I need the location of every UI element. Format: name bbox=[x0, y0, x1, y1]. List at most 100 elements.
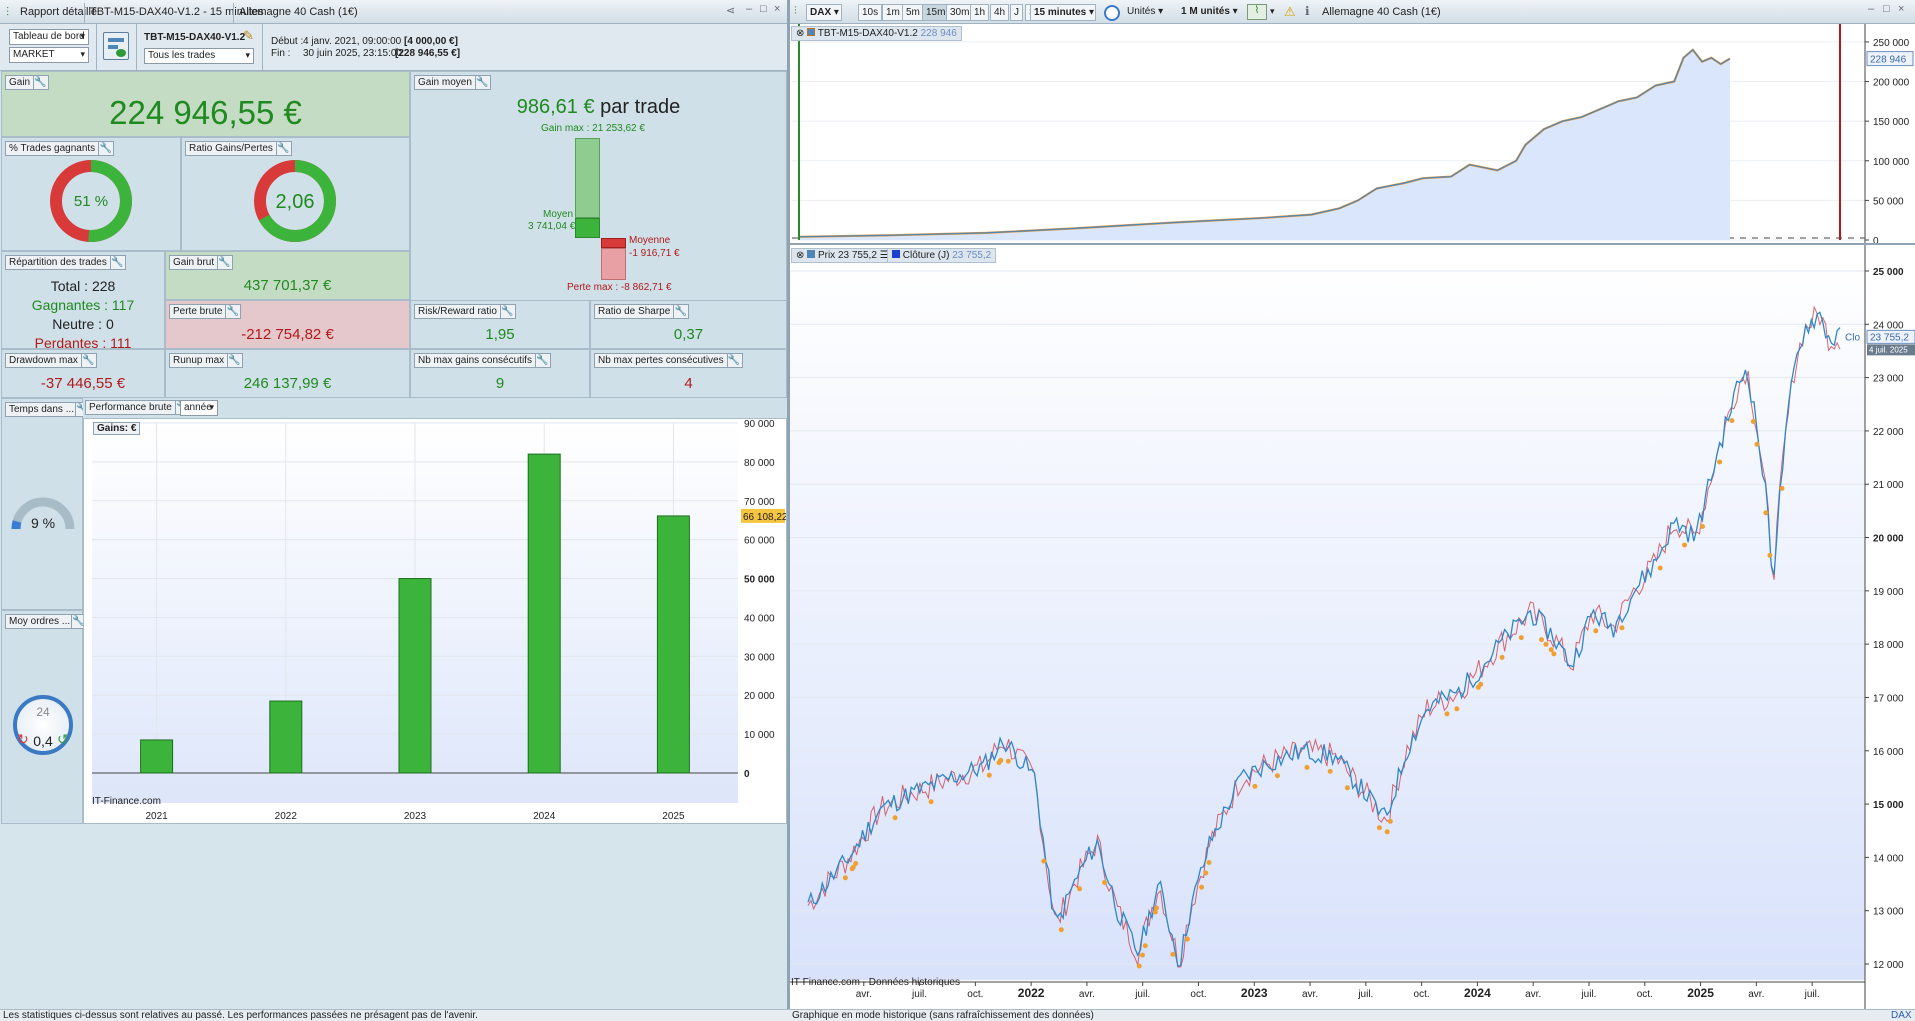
units-text: Unités bbox=[1127, 6, 1156, 17]
perf-bar-chart: 90 000 80 000 70 000 60 000 50 000 40 000 30 0… bbox=[92, 419, 786, 822]
info-icon[interactable]: ℹ bbox=[1305, 4, 1310, 18]
dashboard-select[interactable]: Tableau de bord bbox=[9, 29, 89, 45]
bar-2024 bbox=[527, 453, 561, 774]
win-pct-panel: % Trades gagnants 🔧 51 % bbox=[1, 137, 181, 251]
trade-marker bbox=[1274, 773, 1280, 779]
share-icon[interactable]: ⋖ bbox=[726, 4, 735, 17]
timeframe-btn-1h[interactable]: 1h bbox=[970, 4, 990, 21]
moyen-value: 3 741,04 € bbox=[528, 221, 576, 232]
timeframe-select[interactable]: 15 minutes ▾ bbox=[1030, 4, 1096, 21]
trade-marker bbox=[1344, 785, 1350, 791]
trade-marker bbox=[853, 861, 859, 866]
timeframe-btn-1m[interactable]: 1m bbox=[882, 4, 904, 21]
wrench-icon[interactable]: 🔧 bbox=[499, 305, 514, 318]
orders-label: Moy ordres ... bbox=[9, 616, 71, 627]
period-select[interactable]: année bbox=[180, 400, 218, 416]
trade-marker bbox=[1454, 706, 1460, 712]
left-title-bar: ⫶ Rapport détaillé TBT-M15-DAX40-V1.2 - … bbox=[0, 0, 787, 24]
trades-select[interactable]: Tous les trades bbox=[144, 48, 254, 64]
bar-xtick: 2021 bbox=[145, 811, 168, 822]
bar-2022 bbox=[269, 700, 303, 774]
bar-ytick: 60 000 bbox=[744, 536, 775, 547]
bar-ytick: 40 000 bbox=[744, 613, 775, 624]
tab-strategy[interactable]: TBT-M15-DAX40-V1.2 - 15 minutes bbox=[90, 6, 264, 18]
wrench-icon[interactable]: 🔧 bbox=[474, 76, 489, 89]
equity-legend-name: TBT-M15-DAX40-V1.2 bbox=[817, 28, 918, 39]
wrench-icon[interactable]: 🔧 bbox=[80, 354, 95, 367]
gross-loss-panel: Perte brute 🔧 -212 754,82 € bbox=[165, 300, 410, 349]
neutral-label: Neutre : bbox=[52, 316, 103, 332]
equity-chart-area: 250 000 200 000 150 000 100 000 50 000 0 228 9… bbox=[790, 24, 1915, 245]
price-xtick: avr. bbox=[856, 989, 872, 1000]
avg-gain-panel: Gain moyen 🔧 986,61 € par trade Gain max … bbox=[410, 71, 787, 301]
controls-strip: Tableau de bord MARKET TBT-M15-DAX40-V1.… bbox=[0, 24, 787, 71]
symbol-text: DAX bbox=[810, 7, 832, 18]
maximize-icon[interactable]: □ bbox=[760, 3, 767, 15]
units-clock-icon[interactable] bbox=[1104, 5, 1120, 21]
trade-marker bbox=[1142, 943, 1148, 949]
wrench-icon[interactable]: 🔧 bbox=[534, 354, 549, 367]
market-select[interactable]: MARKET bbox=[9, 47, 89, 63]
timeframe-btn-4h[interactable]: 4h bbox=[990, 4, 1010, 21]
wrench-icon[interactable]: 🔧 bbox=[227, 354, 241, 367]
price-xtick: oct. bbox=[1637, 989, 1653, 1000]
price-ytick: 24 000 bbox=[1873, 320, 1904, 331]
trade-marker bbox=[1539, 637, 1544, 643]
price-xtick: avr. bbox=[1748, 989, 1764, 1000]
total-value: 228 bbox=[91, 278, 116, 294]
trade-marker bbox=[1041, 858, 1047, 864]
timeframe-btn-10s[interactable]: 10s bbox=[858, 4, 883, 21]
price-xtick: juil. bbox=[1580, 989, 1596, 1000]
trade-marker bbox=[1387, 818, 1393, 824]
win-pct-label: % Trades gagnants bbox=[9, 143, 96, 154]
price-credit: IT-Finance.com - Données historiques bbox=[791, 977, 960, 988]
equity-area bbox=[800, 49, 1730, 240]
strategy-icon[interactable] bbox=[103, 32, 129, 60]
timeframe-btn-J[interactable]: J bbox=[1010, 4, 1023, 21]
trade-marker bbox=[1199, 884, 1205, 890]
maxwins-label: Nb max gains consécutifs bbox=[418, 355, 532, 366]
symbol-select[interactable]: DAX ▾ bbox=[806, 4, 842, 21]
trade-marker bbox=[1206, 860, 1212, 865]
indicator-icon[interactable]: ⌇ bbox=[1247, 4, 1267, 20]
warning-icon[interactable]: ⚠ bbox=[1284, 4, 1296, 20]
wrench-icon[interactable]: 🔧 bbox=[98, 142, 112, 155]
price-ytick: 13 000 bbox=[1873, 907, 1904, 918]
wrench-icon[interactable]: 🔧 bbox=[275, 142, 290, 155]
wrench-icon[interactable]: 🔧 bbox=[217, 256, 231, 269]
maximize-icon[interactable]: □ bbox=[1883, 3, 1890, 15]
rr-panel: Risk/Reward ratio 🔧 1,95 bbox=[410, 300, 590, 349]
legend-close-icon[interactable]: ⊗ bbox=[796, 28, 804, 39]
bar-2025 bbox=[656, 515, 690, 774]
timeframe-btn-5m[interactable]: 5m bbox=[902, 4, 924, 21]
indicator-dropdown-icon[interactable]: ▾ bbox=[1270, 6, 1275, 17]
price-xtick: avr. bbox=[1525, 989, 1541, 1000]
dd-value: -37 446,55 € bbox=[40, 375, 126, 392]
avg-gain-suffix: par trade bbox=[600, 96, 681, 118]
price-ytick: 20 000 bbox=[1873, 534, 1904, 545]
close-icon[interactable]: × bbox=[774, 3, 780, 15]
wrench-icon[interactable]: 🔧 bbox=[33, 76, 47, 89]
minimize-icon[interactable]: – bbox=[1868, 3, 1874, 15]
size-select[interactable]: 1 M unités ▾ bbox=[1178, 4, 1242, 21]
price-xtick: 2023 bbox=[1241, 986, 1268, 1000]
tab-instrument[interactable]: Allemagne 40 Cash (1€) bbox=[239, 6, 358, 18]
maxwins-panel: Nb max gains consécutifs 🔧 9 bbox=[410, 349, 590, 398]
price-ytick: 19 000 bbox=[1873, 587, 1904, 598]
trade-marker bbox=[1140, 952, 1145, 958]
chart-tag: Gains: € bbox=[93, 422, 141, 435]
app-icon: ⫶ bbox=[6, 5, 10, 19]
wrench-icon[interactable]: 🔧 bbox=[726, 354, 741, 367]
wrench-icon[interactable]: 🔧 bbox=[225, 305, 239, 318]
wrench-icon[interactable]: 🔧 bbox=[109, 256, 124, 269]
edit-icon[interactable]: ✎ bbox=[243, 28, 254, 44]
time-value: 9 % bbox=[30, 515, 56, 531]
close-icon[interactable]: × bbox=[1898, 3, 1904, 15]
units-select[interactable]: Unités ▾ bbox=[1124, 4, 1174, 21]
trade-marker bbox=[1779, 485, 1785, 491]
price-xtick: avr. bbox=[1079, 989, 1095, 1000]
minimize-icon[interactable]: – bbox=[746, 3, 752, 15]
trade-marker bbox=[1593, 628, 1599, 634]
wrench-icon[interactable]: 🔧 bbox=[673, 305, 687, 318]
legend-close-icon[interactable]: ⊗ bbox=[796, 250, 804, 261]
